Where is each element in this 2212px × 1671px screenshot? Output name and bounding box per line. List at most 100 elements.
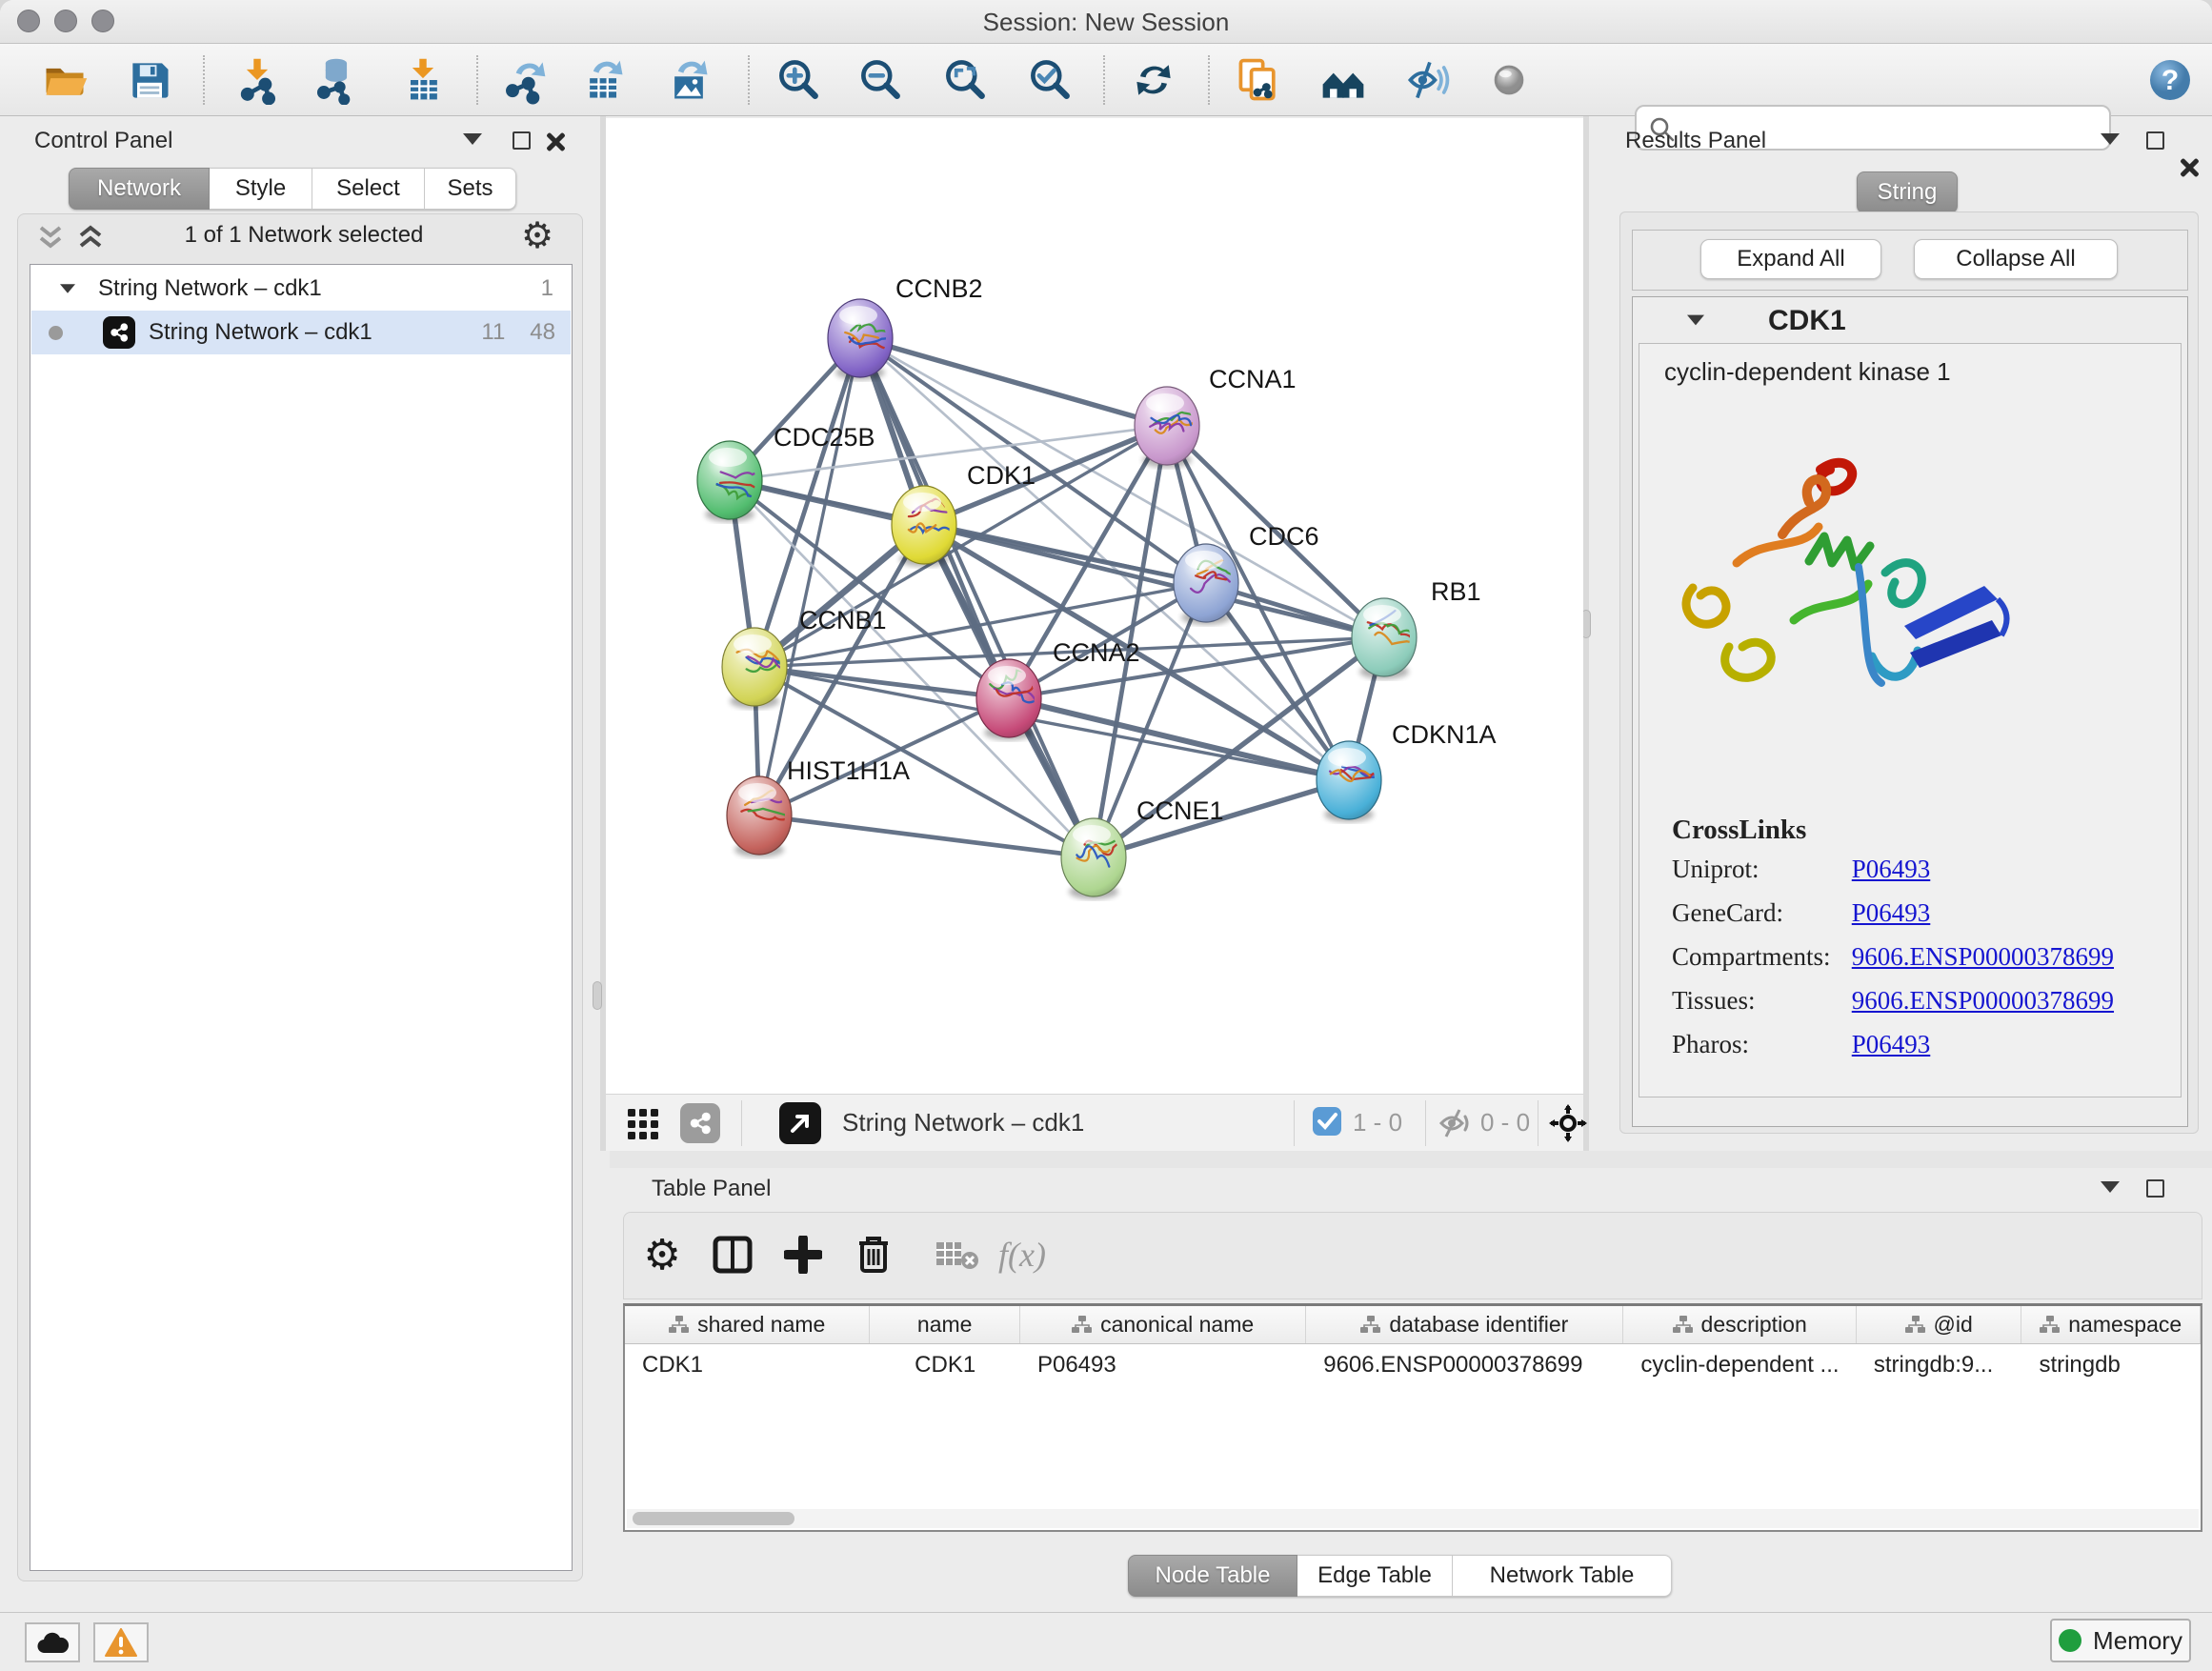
import-network-file-button[interactable] [231,53,284,107]
tab-edge-table[interactable]: Edge Table [1297,1555,1453,1597]
zoom-selected-button[interactable] [1023,53,1076,107]
zoom-fit-button[interactable] [938,53,992,107]
table-cell[interactable]: stringdb [2021,1344,2201,1386]
crosslink-link[interactable]: 9606.ENSP00000378699 [1852,942,2114,971]
zoom-out-button[interactable] [854,53,907,107]
export-image-button[interactable] [662,53,715,107]
tab-select[interactable]: Select [312,168,425,210]
scrollbar-thumb[interactable] [633,1512,794,1525]
network-node-CCNB2[interactable] [828,299,895,380]
fit-content-crosshair-icon[interactable] [1549,1104,1587,1142]
selected-checkbox[interactable] [1313,1107,1341,1136]
detach-view-button[interactable] [779,1102,821,1144]
collapse-all-button[interactable]: Collapse All [1914,239,2118,279]
warnings-button[interactable] [93,1622,149,1662]
horizontal-scrollbar[interactable] [627,1509,2199,1528]
export-table-button[interactable] [577,53,631,107]
table-cell[interactable]: CDK1 [625,1344,870,1386]
refresh-button[interactable] [1127,53,1180,107]
network-edge-CCNB2-CCNA1[interactable] [860,338,1167,426]
tab-sets[interactable]: Sets [425,168,516,210]
network-edge-CCNB2-HIST1H1A[interactable] [759,338,860,815]
tab-style[interactable]: Style [210,168,312,210]
network-edge-CCNB1-CCNA2[interactable] [754,667,1009,698]
network-node-CDKN1A[interactable] [1317,741,1386,822]
string-home-button[interactable] [1317,53,1370,107]
network-node-RB1[interactable] [1352,598,1425,679]
crosslink-link[interactable]: 9606.ENSP00000378699 [1852,986,2114,1015]
tree-root-row[interactable]: String Network – cdk1 1 [31,267,571,311]
table-cell[interactable]: CDK1 [870,1344,1020,1386]
tab-network[interactable]: Network [69,168,210,210]
results-panel-float-icon[interactable] [2101,133,2120,145]
expand-all-button[interactable]: Expand All [1700,239,1881,279]
table-cell[interactable]: 9606.ENSP00000378699 [1306,1344,1623,1386]
delete-table-icon[interactable] [931,1226,984,1283]
table-panel-float-icon[interactable] [2101,1181,2120,1193]
hidden-eye-slash-icon[interactable] [1438,1108,1471,1138]
network-edge-HIST1H1A-CCNE1[interactable] [759,815,1094,857]
network-canvas[interactable]: CCNB2CCNA1CDC25BCDK1CDC6RB1CCNB1CCNA2CDK… [606,118,1583,1094]
eye-slash-icon [1403,55,1453,105]
tree-expand-caret-icon[interactable] [60,284,75,293]
memory-button[interactable]: Memory [2050,1619,2191,1662]
hide-glass-button[interactable] [1482,53,1536,107]
column-header-database-identifier[interactable]: database identifier [1306,1306,1623,1343]
expand-all-chevron-icon[interactable] [73,224,108,252]
export-network-button[interactable] [498,53,552,107]
table-cell[interactable]: stringdb:9... [1857,1344,2022,1386]
tree-network-row[interactable]: String Network – cdk1 11 48 [31,311,571,354]
tab-node-table[interactable]: Node Table [1128,1555,1297,1597]
string-network-badge[interactable] [680,1103,720,1143]
delete-column-trash-icon[interactable] [847,1226,900,1283]
import-table-button[interactable] [396,53,450,107]
function-builder-icon[interactable]: f(x) [995,1226,1049,1283]
results-panel-close-icon[interactable] [2179,157,2200,178]
column-namespace-icon [1360,1316,1381,1334]
collapse-all-chevron-icon[interactable] [33,224,68,252]
column-header-namespace[interactable]: namespace [2021,1306,2201,1343]
svg-text:?: ? [2162,65,2179,96]
column-header-description[interactable]: description [1623,1306,1856,1343]
network-node-CCNA1[interactable] [1135,387,1199,468]
import-network-database-button[interactable] [309,53,362,107]
column-header-shared-name[interactable]: shared name [625,1306,870,1343]
network-node-CCNA2[interactable] [976,659,1041,740]
zoom-in-button[interactable] [772,53,825,107]
table-cell[interactable]: P06493 [1020,1344,1306,1386]
node-label-CCNB2: CCNB2 [895,274,983,303]
control-panel-maximize-icon[interactable] [513,131,531,150]
column-header-id[interactable]: @id [1857,1306,2022,1343]
help-button[interactable]: ? [2143,53,2197,107]
string-import-button[interactable] [1232,53,1285,107]
table-cell[interactable]: cyclin-dependent ... [1623,1344,1856,1386]
column-header-name[interactable]: name [870,1306,1020,1343]
control-panel-float-icon[interactable] [463,133,482,145]
tab-string[interactable]: String [1857,171,1958,213]
show-enhanced-labels-button[interactable] [1401,53,1455,107]
gene-details-box: cyclin-dependent kinase 1 [1639,343,2182,1097]
network-node-HIST1H1A[interactable] [727,776,802,857]
table-toolbar: ⚙ f(x) [623,1212,2202,1299]
add-column-icon[interactable] [776,1226,830,1283]
birds-eye-grid-icon[interactable] [627,1108,659,1140]
network-edge-CCNB2-RB1[interactable] [860,338,1384,637]
entry-collapse-icon[interactable] [1687,315,1704,326]
open-session-button[interactable] [38,53,91,107]
column-header-canonical-name[interactable]: canonical name [1020,1306,1306,1343]
crosslink-link[interactable]: P06493 [1852,898,1931,927]
cloud-button[interactable] [25,1622,80,1662]
tab-network-table[interactable]: Network Table [1453,1555,1672,1597]
results-panel-maximize-icon[interactable] [2146,131,2164,150]
crosslink-link[interactable]: P06493 [1852,1030,1931,1058]
network-node-CCNE1[interactable] [1061,818,1135,899]
crosslink-link[interactable]: P06493 [1852,855,1931,883]
save-session-button[interactable] [123,53,176,107]
gear-icon[interactable]: ⚙ [521,214,553,257]
table-panel-maximize-icon[interactable] [2146,1179,2164,1198]
control-panel-close-icon[interactable] [545,131,566,152]
show-columns-icon[interactable] [706,1226,759,1283]
refresh-icon [1129,55,1178,105]
gear-icon[interactable]: ⚙ [635,1226,689,1283]
left-splitter-handle[interactable] [593,981,602,1010]
